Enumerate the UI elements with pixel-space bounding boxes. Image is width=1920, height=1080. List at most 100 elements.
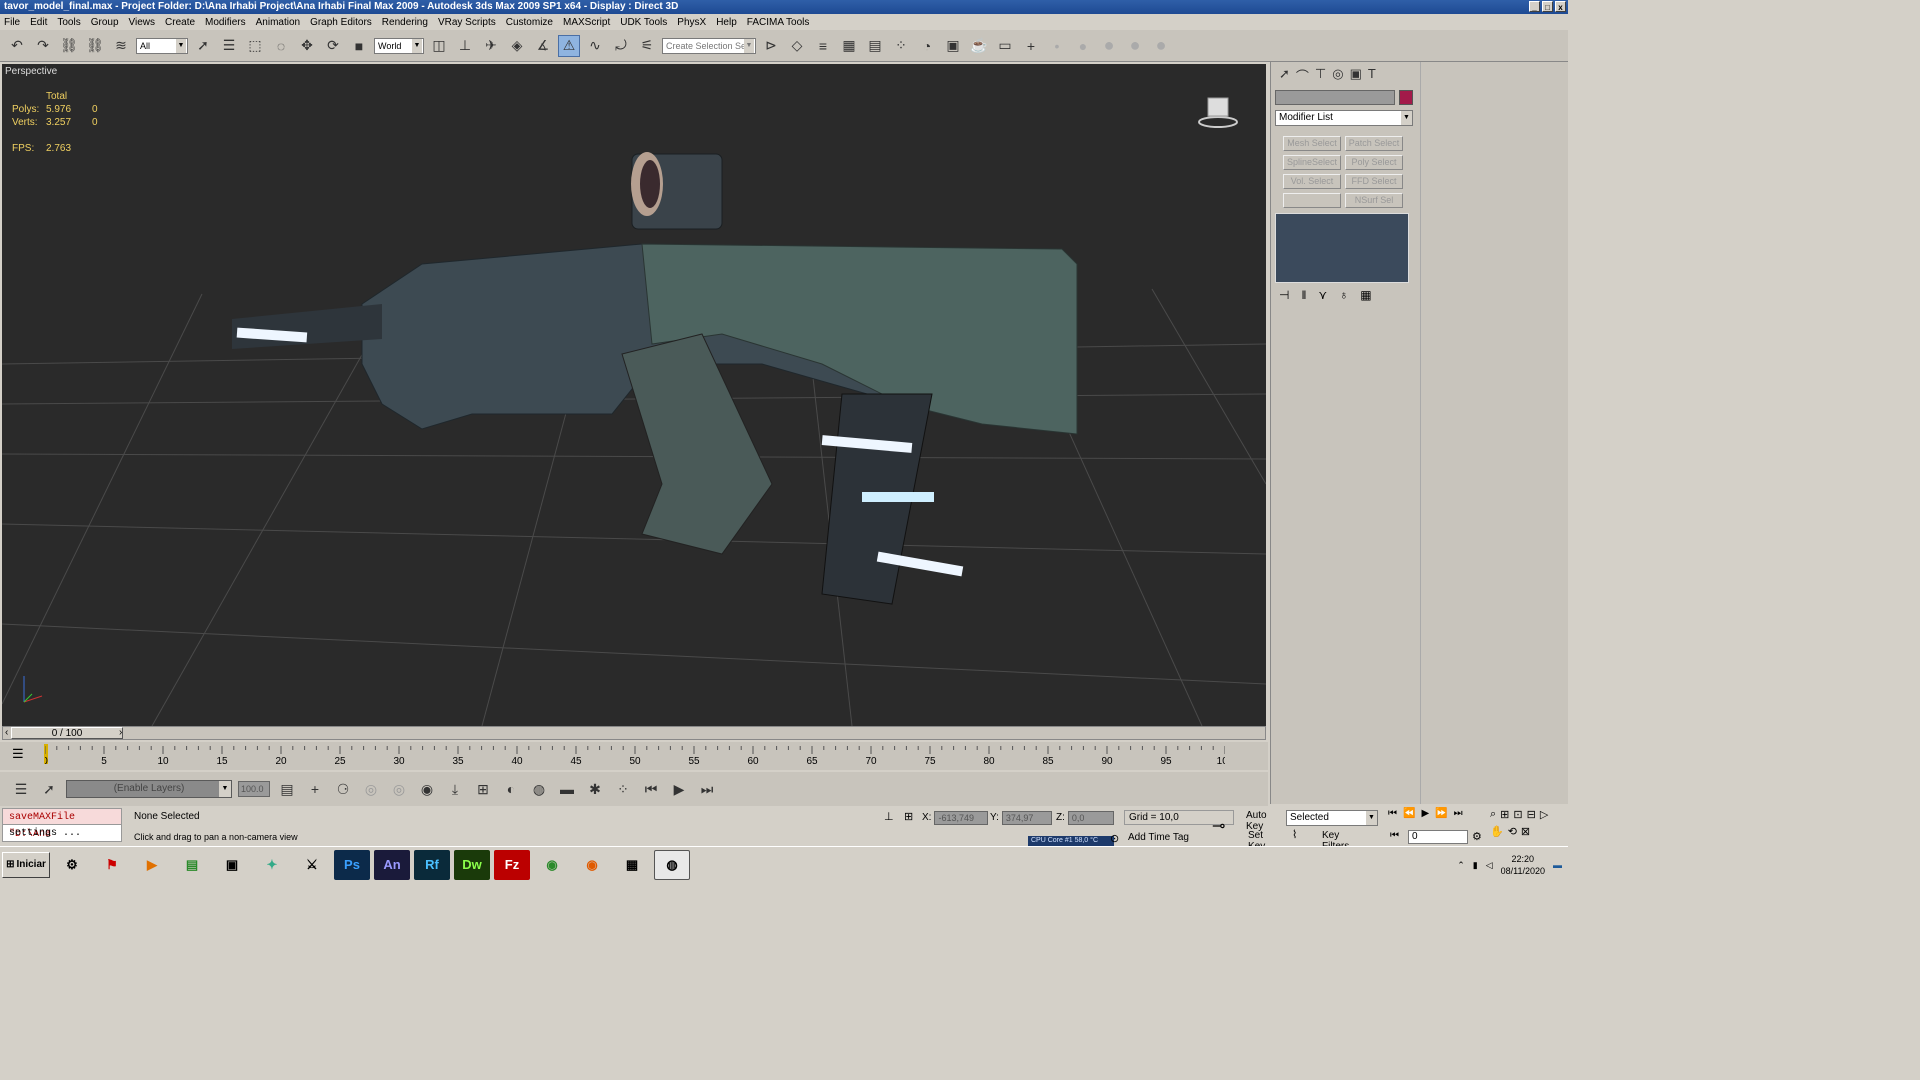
graphite-icon[interactable]: ▦ xyxy=(838,35,860,57)
physx-icon[interactable]: ◐ xyxy=(500,778,522,800)
z-field[interactable]: 0,0 xyxy=(1067,810,1114,825)
y-field[interactable]: 374,97 xyxy=(1001,810,1052,825)
spline-select-button[interactable]: SplineSelect xyxy=(1283,155,1341,170)
move-icon[interactable]: ✥ xyxy=(296,35,318,57)
dot-small-icon[interactable]: • xyxy=(1046,35,1068,57)
show-desktop-icon[interactable]: ▬ xyxy=(1553,860,1562,870)
window-crossing-icon[interactable]: ◌ xyxy=(270,35,292,57)
taskbar-chart-icon[interactable]: ▤ xyxy=(174,850,210,880)
time-tag-icon[interactable]: ⊙ xyxy=(1110,832,1119,845)
taskbar-firefox-icon[interactable]: ◉ xyxy=(574,850,610,880)
current-frame-field[interactable]: 0 xyxy=(1408,830,1468,844)
add-layer-icon[interactable]: + xyxy=(304,778,326,800)
taskbar-animate-icon[interactable]: An xyxy=(374,849,410,880)
goto-end-icon[interactable]: ⏭ xyxy=(696,778,718,800)
modifier-stack-view[interactable] xyxy=(1275,213,1409,283)
menu-modifiers[interactable]: Modifiers xyxy=(205,17,246,28)
zoom-extents-icon[interactable]: ⊡ xyxy=(1513,808,1522,821)
mesh-select-button[interactable]: Mesh Select xyxy=(1283,136,1341,151)
menu-tools[interactable]: Tools xyxy=(57,17,80,28)
tray-network-icon[interactable]: ▮ xyxy=(1473,860,1478,871)
layer-properties-icon[interactable]: ⊞ xyxy=(472,778,494,800)
lock-selection-icon[interactable]: ⊥ xyxy=(884,810,894,823)
maxscript-input[interactable]: settings ... xyxy=(2,825,122,842)
absolute-mode-icon[interactable]: ⊞ xyxy=(904,810,913,823)
taskbar-media-icon[interactable]: ▶ xyxy=(134,850,170,880)
dot-medium-icon[interactable]: ● xyxy=(1072,35,1094,57)
maxscript-output[interactable]: saveMAXFile "D:\Ana xyxy=(2,808,122,840)
next-key-icon[interactable]: ⏩ xyxy=(1435,808,1447,819)
make-unique-icon[interactable]: ⋎ xyxy=(1318,288,1327,302)
fov-icon[interactable]: ▷ xyxy=(1540,808,1548,821)
bind-spacewarp-icon[interactable]: ≋ xyxy=(110,35,132,57)
pivot-center-icon[interactable]: ◫ xyxy=(428,35,450,57)
layer-manager-icon[interactable]: ≡ xyxy=(812,35,834,57)
rect-selection-icon[interactable]: ⬚ xyxy=(244,35,266,57)
taskbar-chrome-icon[interactable]: ◉ xyxy=(534,850,570,880)
taskbar-network-icon[interactable]: ▦ xyxy=(614,850,650,880)
physx-tool-icon-2[interactable]: ▬ xyxy=(556,778,578,800)
menu-help[interactable]: Help xyxy=(716,17,737,28)
menu-maxscript[interactable]: MAXScript xyxy=(563,17,610,28)
rotate-icon[interactable]: ⟳ xyxy=(322,35,344,57)
material-editor-icon[interactable]: ◔ xyxy=(916,35,938,57)
collapse-layer-icon[interactable]: ⤓ xyxy=(444,778,466,800)
modify-tab-icon[interactable]: ⌒ xyxy=(1296,66,1309,85)
poly-select-button[interactable]: Poly Select xyxy=(1345,155,1403,170)
sphere-icon-1[interactable]: ● xyxy=(1098,35,1120,57)
viewcube-icon[interactable] xyxy=(1198,94,1238,130)
zoom-extents-all-icon[interactable]: ⊟ xyxy=(1527,808,1536,821)
menu-facima-tools[interactable]: FACIMA Tools xyxy=(747,17,810,28)
modifier-list-dropdown[interactable]: Modifier List xyxy=(1275,110,1413,126)
play-icon[interactable]: ▶ xyxy=(668,778,690,800)
taskbar-weapon-icon[interactable]: ⚔ xyxy=(294,850,330,880)
sphere-icon-3[interactable]: ● xyxy=(1150,35,1172,57)
track-bar-menu-icon[interactable]: ☰ xyxy=(12,746,24,762)
spinner-snap-icon[interactable]: ∿ xyxy=(584,35,606,57)
time-slider[interactable]: ‹ 0 / 100 › xyxy=(2,726,1266,740)
zoom-all-icon[interactable]: ⊞ xyxy=(1500,808,1509,821)
time-slider-thumb[interactable]: 0 / 100 xyxy=(11,727,123,739)
physx-tool-icon-1[interactable]: ◍ xyxy=(528,778,550,800)
remove-modifier-icon[interactable]: ♁ xyxy=(1339,288,1348,302)
select-by-name-icon[interactable]: ☰ xyxy=(218,35,240,57)
menu-group[interactable]: Group xyxy=(91,17,119,28)
angle-snap-icon[interactable]: ∡ xyxy=(532,35,554,57)
close-button[interactable]: x xyxy=(1555,1,1566,12)
goto-end-small-icon[interactable]: ⏭ xyxy=(1454,808,1463,819)
configure-modifier-sets-icon[interactable]: ▦ xyxy=(1360,288,1371,302)
edit-named-selection-icon[interactable]: ⤾ xyxy=(610,35,632,57)
tray-arrow-icon[interactable]: ⌃ xyxy=(1457,860,1465,871)
menu-views[interactable]: Views xyxy=(129,17,156,28)
create-tab-icon[interactable]: ➚ xyxy=(1279,66,1290,85)
physx-tool-icon-3[interactable]: ✱ xyxy=(584,778,606,800)
key-mode-icon[interactable]: ⏮ xyxy=(1390,830,1399,841)
play-small-icon[interactable]: ▶ xyxy=(1421,808,1429,819)
layer-value-field[interactable]: 100.0 xyxy=(238,781,270,797)
select-layer-icon[interactable]: ➚ xyxy=(38,778,60,800)
show-end-result-icon[interactable]: ‖ xyxy=(1301,288,1306,302)
time-config-icon[interactable]: ⚙ xyxy=(1472,830,1482,843)
keyboard-shortcut-icon[interactable]: ✈ xyxy=(480,35,502,57)
select-object-icon[interactable]: ➚ xyxy=(192,35,214,57)
pan-icon[interactable]: ✋ xyxy=(1490,825,1504,838)
ffd-select-button[interactable]: FFD Select xyxy=(1345,174,1403,189)
manipulate-icon[interactable]: ⊥ xyxy=(454,35,476,57)
clock[interactable]: 22:20 08/11/2020 xyxy=(1501,853,1545,877)
taskbar-3dsmax-icon[interactable]: ✦ xyxy=(254,850,290,880)
tray-volume-icon[interactable]: ◁ xyxy=(1486,860,1493,871)
key-icon[interactable]: ⊸ xyxy=(1212,816,1225,836)
utilities-tab-icon[interactable]: T xyxy=(1368,66,1376,85)
abc-icon[interactable]: ⚟ xyxy=(636,35,658,57)
menu-animation[interactable]: Animation xyxy=(256,17,300,28)
menu-vray-scripts[interactable]: VRay Scripts xyxy=(438,17,496,28)
link-icon[interactable]: ⛓ xyxy=(58,35,80,57)
taskbar-rf-icon[interactable]: Rf xyxy=(414,849,450,880)
taskbar-pdf-icon[interactable]: ⚑ xyxy=(94,850,130,880)
maxscript-listener[interactable]: saveMAXFile "D:\Ana settings ... xyxy=(2,808,122,844)
scale-icon[interactable]: ■ xyxy=(348,35,370,57)
rifle-model[interactable] xyxy=(2,64,1266,726)
patch-select-button[interactable]: Patch Select xyxy=(1345,136,1403,151)
display-tab-icon[interactable]: ▣ xyxy=(1350,66,1362,85)
align-icon[interactable]: ◇ xyxy=(786,35,808,57)
